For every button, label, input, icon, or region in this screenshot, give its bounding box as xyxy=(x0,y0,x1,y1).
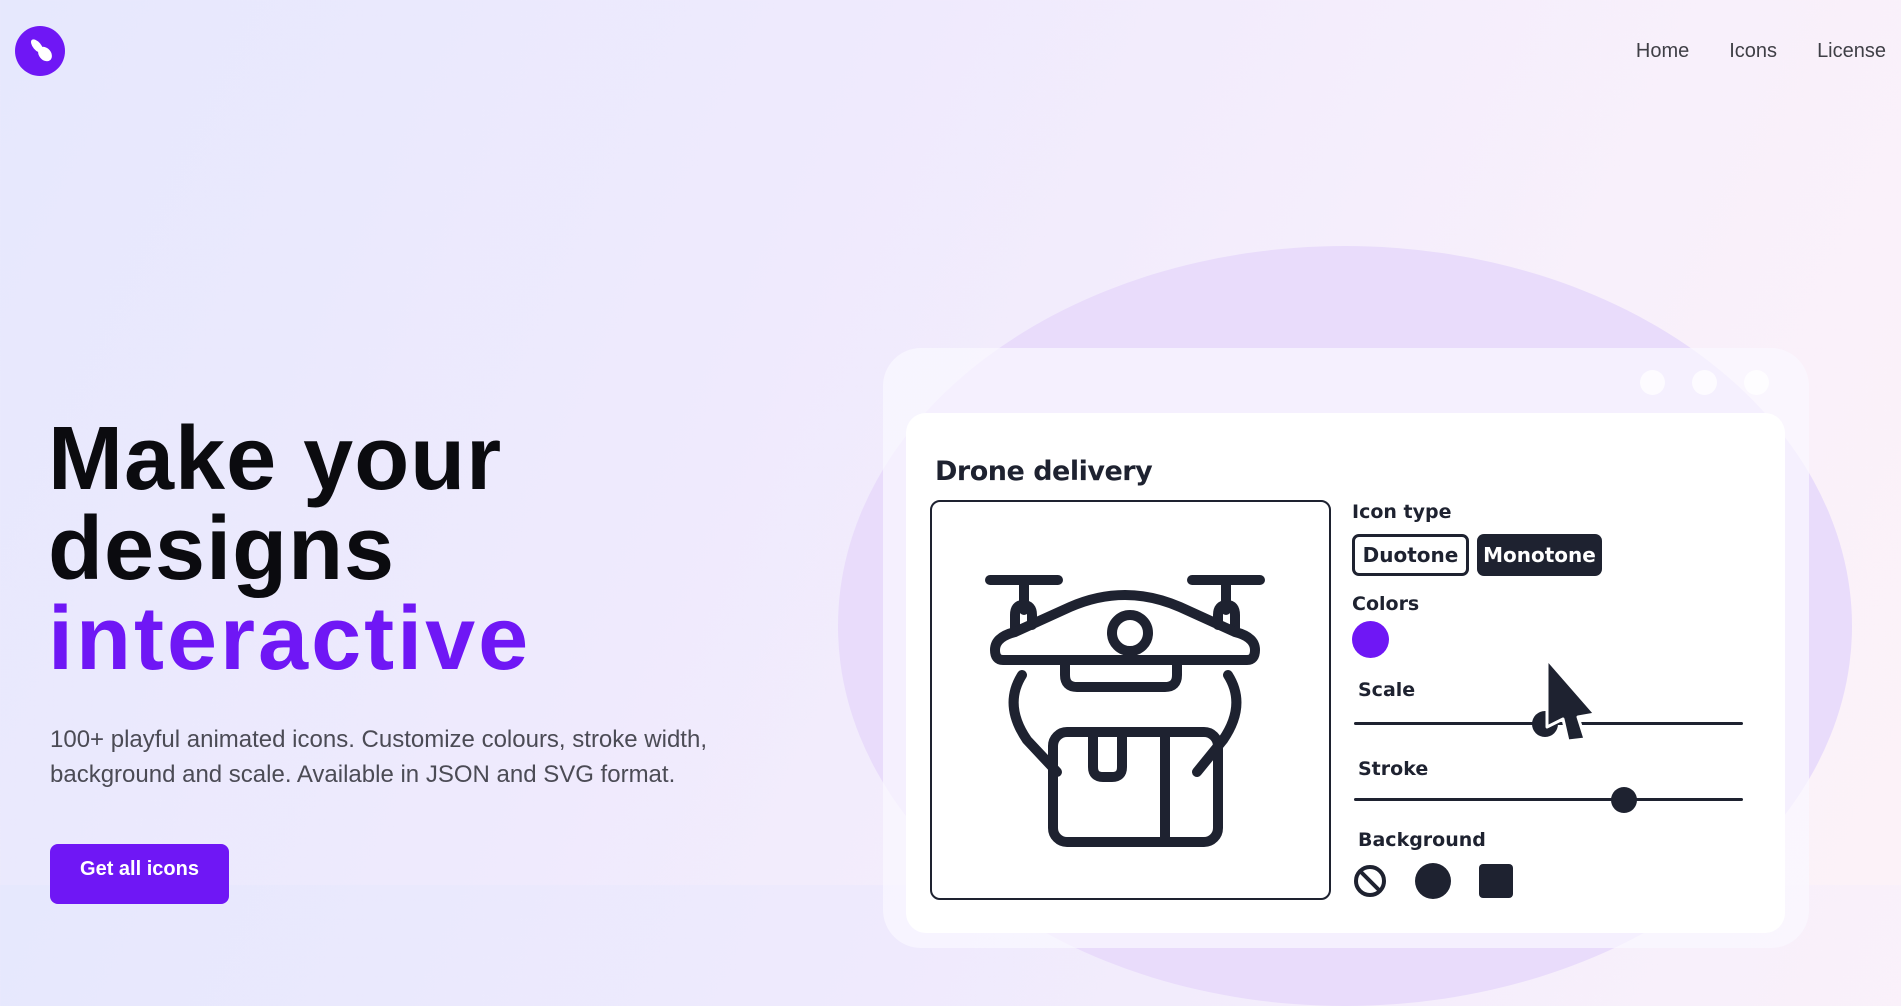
nav-home-link[interactable]: Home xyxy=(1636,40,1689,63)
drone-delivery-icon xyxy=(985,575,1265,847)
stroke-slider-thumb[interactable] xyxy=(1611,787,1637,813)
window-dot-1 xyxy=(1640,370,1665,395)
hero-description: 100+ playful animated icons. Customize c… xyxy=(50,726,707,788)
window-dot-3 xyxy=(1744,370,1769,395)
icon-type-label: Icon type xyxy=(1352,501,1452,523)
hero-title-line-1: Make your xyxy=(48,409,503,509)
pointer-cursor-icon xyxy=(1545,657,1597,743)
circle-background-icon[interactable] xyxy=(1415,863,1451,899)
hero-title: Make your designs interactive xyxy=(48,414,531,684)
background-label: Background xyxy=(1358,829,1486,851)
nav-license-link[interactable]: License xyxy=(1817,40,1886,63)
top-nav: Home Icons License xyxy=(1636,40,1886,63)
icon-name-title: Drone delivery xyxy=(935,456,1153,487)
get-all-icons-button[interactable]: Get all icons xyxy=(50,844,229,904)
nav-icons-link[interactable]: Icons xyxy=(1729,40,1777,63)
window-dot-2 xyxy=(1692,370,1717,395)
square-background-icon[interactable] xyxy=(1478,863,1514,899)
stroke-slider-track[interactable] xyxy=(1354,798,1743,801)
no-background-icon[interactable] xyxy=(1352,863,1388,899)
duotone-button[interactable]: Duotone xyxy=(1352,534,1469,576)
color-swatch[interactable] xyxy=(1352,621,1389,658)
monotone-button[interactable]: Monotone xyxy=(1477,534,1602,576)
colors-label: Colors xyxy=(1352,593,1420,615)
logo[interactable] xyxy=(15,26,65,76)
hero-title-line-2: designs xyxy=(48,499,396,599)
logo-mark-icon xyxy=(31,39,52,62)
hero-title-accent: interactive xyxy=(48,589,532,689)
scale-label: Scale xyxy=(1358,679,1416,701)
stroke-label: Stroke xyxy=(1358,758,1429,780)
